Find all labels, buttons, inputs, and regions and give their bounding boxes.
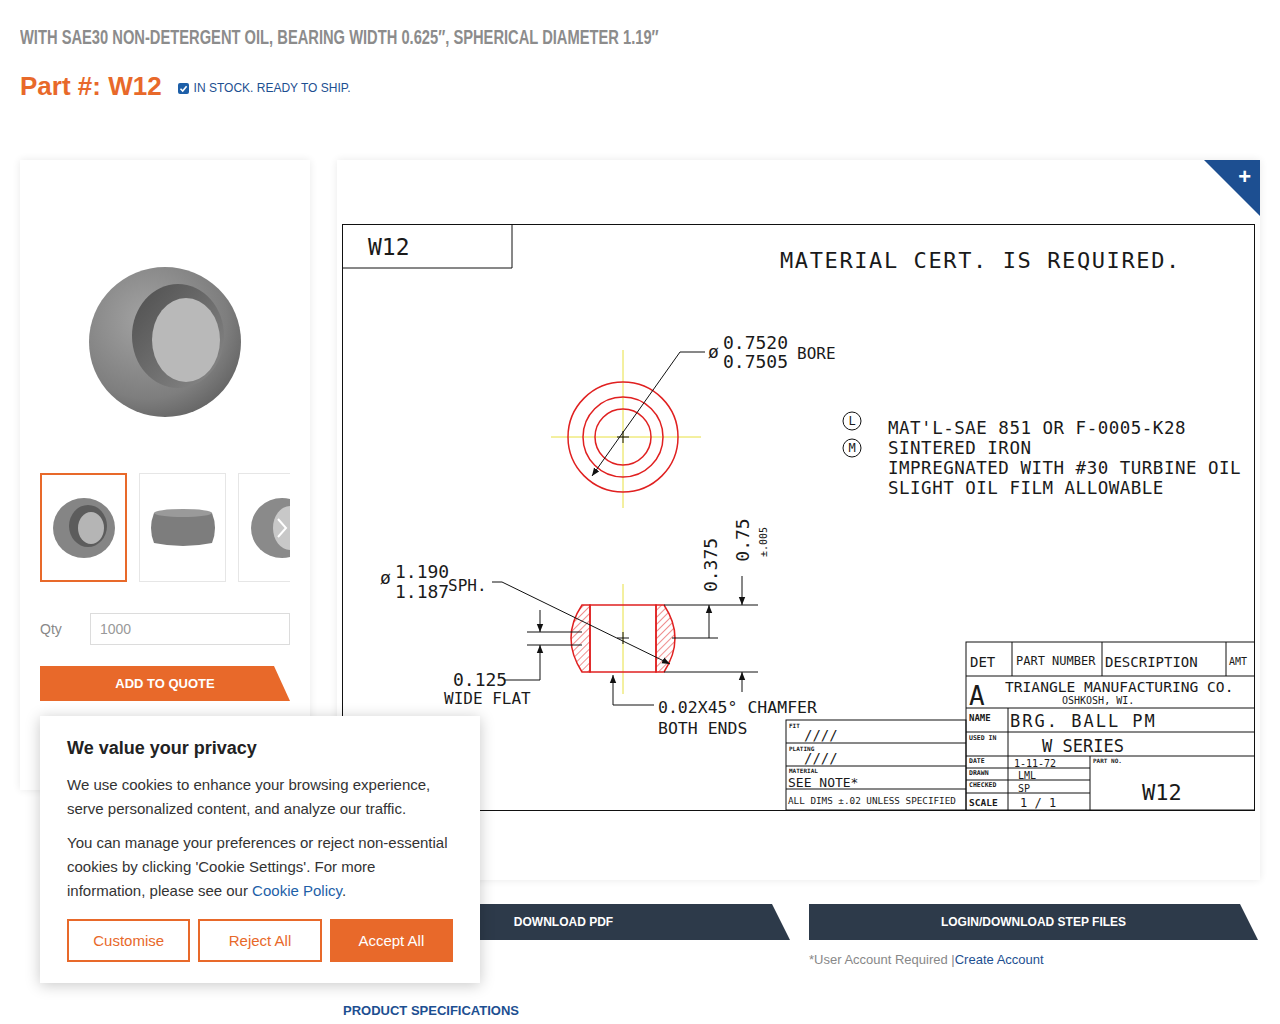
svg-text:WIDE FLAT: WIDE FLAT bbox=[444, 689, 531, 708]
product-image bbox=[40, 160, 290, 473]
svg-text:AMT: AMT bbox=[1229, 656, 1247, 667]
svg-text:ALL DIMS ±.02 UNLESS SPECIFIED: ALL DIMS ±.02 UNLESS SPECIFIED bbox=[788, 795, 956, 806]
corner-label-box: W12 bbox=[343, 225, 513, 269]
svg-text:ø: ø bbox=[380, 567, 391, 588]
material-marker: M bbox=[843, 439, 861, 457]
plus-icon[interactable]: + bbox=[1238, 164, 1251, 190]
svg-text:BRG. BALL PM: BRG. BALL PM bbox=[1010, 711, 1157, 731]
cookie-buttons: CustomiseReject AllAccept All bbox=[67, 919, 453, 962]
svg-text:0.7520: 0.7520 bbox=[723, 332, 788, 353]
part-number: Part #: W12 bbox=[20, 71, 162, 101]
cookie-button[interactable]: Reject All bbox=[198, 919, 321, 962]
cookie-policy-link[interactable]: Cookie Policy bbox=[252, 882, 342, 899]
cookie-manage-text: You can manage your preferences or rejec… bbox=[67, 831, 453, 903]
part-line: Part #: W12 IN STOCK. READY TO SHIP. bbox=[20, 71, 1260, 101]
quantity-row: Qty bbox=[40, 613, 290, 645]
stock-status: IN STOCK. READY TO SHIP. bbox=[178, 81, 351, 95]
svg-text:M: M bbox=[848, 441, 855, 455]
thumbnail[interactable] bbox=[40, 473, 127, 582]
svg-text:±.005: ±.005 bbox=[758, 527, 769, 557]
svg-text:1.190: 1.190 bbox=[395, 561, 449, 582]
material-note: SINTERED IRON bbox=[888, 438, 1031, 458]
svg-text:0.125: 0.125 bbox=[453, 669, 507, 690]
material-note: SLIGHT OIL FILM ALLOWABLE bbox=[888, 478, 1164, 498]
download-step-button[interactable]: LOGIN/DOWNLOAD STEP FILES bbox=[809, 904, 1258, 940]
svg-text:W SERIES: W SERIES bbox=[1042, 736, 1124, 756]
svg-text:ø: ø bbox=[708, 341, 719, 362]
svg-text:////: //// bbox=[804, 727, 838, 743]
cookie-title: We value your privacy bbox=[67, 736, 453, 760]
product-specifications-tab[interactable]: PRODUCT SPECIFICATIONS bbox=[337, 1003, 1260, 1018]
svg-text:DRAWN: DRAWN bbox=[969, 769, 989, 777]
svg-text:CHECKED: CHECKED bbox=[969, 781, 996, 789]
product-gallery-card: Qty ADD TO QUOTE bbox=[20, 160, 310, 790]
svg-text:LML: LML bbox=[1018, 770, 1036, 781]
material-note: MAT'L-SAE 851 OR F-0005-K28 bbox=[888, 418, 1186, 438]
thumbnail-strip bbox=[40, 473, 290, 582]
svg-text:PART NO.: PART NO. bbox=[1093, 757, 1122, 764]
create-account-link[interactable]: Create Account bbox=[955, 952, 1044, 967]
cookie-button[interactable]: Accept All bbox=[330, 919, 453, 962]
corner-label: W12 bbox=[368, 234, 410, 260]
certification-note: MATERIAL CERT. IS REQUIRED. bbox=[780, 248, 1181, 273]
account-note: *User Account Required |Create Account bbox=[809, 952, 1258, 967]
svg-text:SP: SP bbox=[1018, 783, 1030, 794]
svg-text:DATE: DATE bbox=[969, 757, 985, 765]
svg-text:SPH.: SPH. bbox=[448, 576, 487, 595]
thumbnail[interactable] bbox=[139, 473, 226, 582]
notes-block: FIT////PLATING////MATERIALSEE NOTE*ALL D… bbox=[786, 720, 966, 810]
side-view bbox=[571, 584, 675, 694]
bore-dimension: ø0.75200.7505 BORE bbox=[708, 332, 836, 372]
revision-logo: A bbox=[969, 681, 985, 711]
flat-dimension: 0.125WIDE FLAT bbox=[444, 610, 582, 708]
quantity-input[interactable] bbox=[90, 613, 290, 645]
svg-text:W12: W12 bbox=[1142, 780, 1182, 805]
material-marker: L bbox=[843, 412, 861, 430]
cookie-text: We use cookies to enhance your browsing … bbox=[67, 773, 453, 821]
svg-text:////: //// bbox=[804, 750, 838, 766]
svg-text:1.187: 1.187 bbox=[395, 581, 449, 602]
svg-text:BOTH ENDS: BOTH ENDS bbox=[658, 719, 747, 738]
cookie-button[interactable]: Customise bbox=[67, 919, 190, 962]
svg-text:0.02X45° CHAMFER: 0.02X45° CHAMFER bbox=[658, 698, 817, 717]
expand-button[interactable]: + bbox=[1204, 160, 1260, 216]
product-page: WITH SAE30 NON-DETERGENT OIL, BEARING WI… bbox=[0, 0, 1280, 1024]
bearing-thumbnail-icon bbox=[148, 493, 218, 563]
svg-text:0.75: 0.75 bbox=[732, 518, 753, 561]
svg-text:L: L bbox=[848, 414, 855, 428]
title-block: DET PART NUMBER DESCRIPTION AMT A TRIANGLE MA… bbox=[966, 642, 1255, 810]
bearing-photo-icon bbox=[40, 160, 290, 473]
svg-text:DESCRIPTION: DESCRIPTION bbox=[1105, 654, 1198, 670]
svg-text:BORE: BORE bbox=[797, 344, 836, 363]
svg-text:1-11-72: 1-11-72 bbox=[1014, 758, 1056, 769]
quantity-label: Qty bbox=[40, 621, 90, 637]
svg-text:MATERIAL: MATERIAL bbox=[789, 767, 818, 774]
product-subtitle: WITH SAE30 NON-DETERGENT OIL, BEARING WI… bbox=[20, 24, 888, 50]
bearing-thumbnail-icon bbox=[49, 493, 119, 563]
top-view bbox=[551, 350, 705, 508]
svg-text:FIT: FIT bbox=[789, 722, 800, 729]
svg-text:1 / 1: 1 / 1 bbox=[1020, 796, 1056, 810]
svg-text:SCALE: SCALE bbox=[969, 797, 998, 808]
svg-text:NAME: NAME bbox=[969, 713, 991, 723]
sphere-dimension: ø1.1901.187SPH. bbox=[380, 561, 670, 664]
material-note: IMPREGNATED WITH #30 TURBINE OIL bbox=[888, 458, 1241, 478]
checkbox-icon bbox=[178, 83, 189, 94]
bearing-thumbnail-icon bbox=[247, 493, 291, 563]
width-dimensions: 0.375 0.75 ±.005 bbox=[664, 518, 769, 692]
svg-text:OSHKOSH, WI.: OSHKOSH, WI. bbox=[1062, 695, 1134, 706]
add-to-quote-button[interactable]: ADD TO QUOTE bbox=[40, 666, 290, 701]
svg-text:0.375: 0.375 bbox=[700, 538, 721, 592]
svg-text:SEE NOTE*: SEE NOTE* bbox=[788, 775, 858, 790]
chevron-right-icon[interactable] bbox=[275, 517, 289, 539]
svg-text:TRIANGLE MANUFACTURING CO.: TRIANGLE MANUFACTURING CO. bbox=[1005, 678, 1233, 695]
cookie-banner: We value your privacy We use cookies to … bbox=[40, 716, 480, 983]
svg-text:PART NUMBER: PART NUMBER bbox=[1016, 654, 1096, 668]
svg-text:0.7505: 0.7505 bbox=[723, 351, 788, 372]
thumbnail[interactable] bbox=[238, 473, 290, 582]
svg-text:DET: DET bbox=[970, 654, 996, 670]
svg-text:USED IN: USED IN bbox=[969, 734, 996, 742]
